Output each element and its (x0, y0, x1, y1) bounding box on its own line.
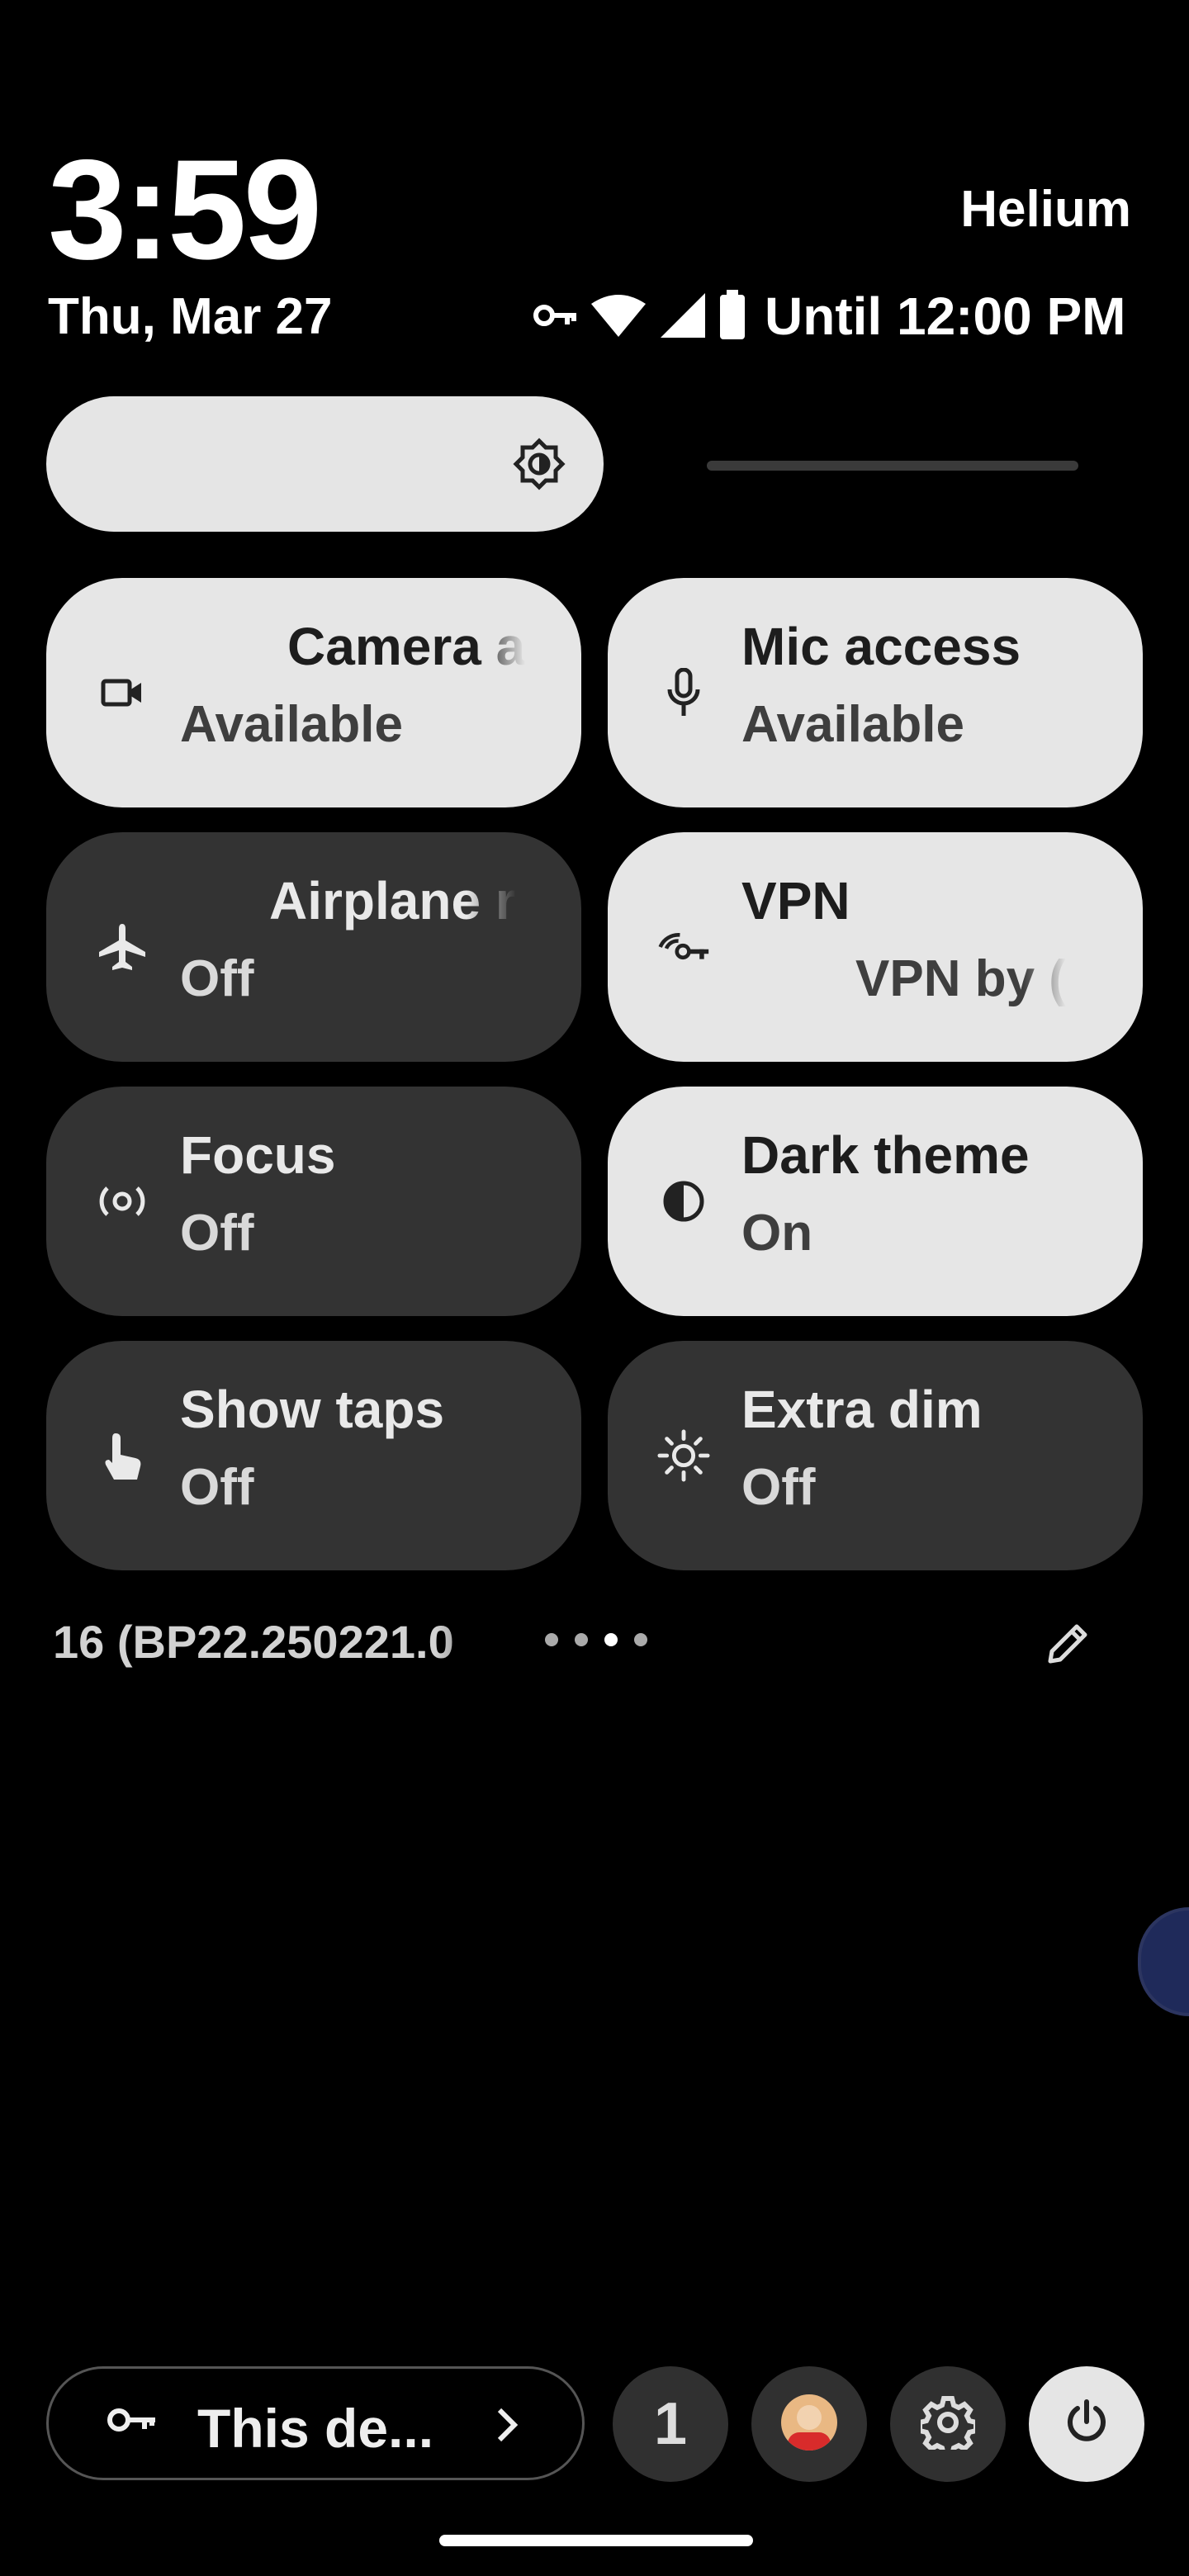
chevron-right-icon (491, 2405, 524, 2449)
tile-airplane[interactable]: Airplane r Off (46, 832, 581, 1062)
tile-state: Off (741, 1459, 816, 1516)
settings-button[interactable] (890, 2366, 1006, 2482)
tile-state: Off (180, 1459, 254, 1516)
status-icons (533, 286, 746, 345)
tile-label: Mic access (741, 617, 1021, 676)
tile-state: Off (180, 1205, 254, 1262)
extra-dim-icon (657, 1429, 710, 1482)
page-dot (575, 1633, 588, 1646)
tile-state: VPN by ( (855, 950, 1066, 1007)
brightness-slider[interactable] (46, 396, 1078, 532)
vpn-key-icon (107, 2405, 158, 2439)
tile-state: Available (741, 696, 964, 753)
navigation-handle[interactable] (439, 2535, 753, 2546)
tile-touch[interactable]: Show taps Off (46, 1341, 581, 1570)
touch-icon (96, 1429, 149, 1482)
tile-label: VPN (741, 871, 850, 930)
tile-dark-theme[interactable]: Dark theme On (608, 1087, 1143, 1316)
tile-label: Dark theme (741, 1125, 1030, 1185)
battery-status-text: Until 12:00 PM (765, 286, 1126, 346)
power-icon (1063, 2398, 1111, 2451)
tile-mic[interactable]: Mic access Available (608, 578, 1143, 807)
build-number[interactable]: 16 (BP22.250221.0 (53, 1615, 532, 1669)
tile-vpn-key[interactable]: VPN VPN by ( (608, 832, 1143, 1062)
clock[interactable]: 3:59 (48, 139, 322, 281)
page-dot-active (604, 1633, 618, 1646)
tile-state: On (741, 1205, 813, 1262)
user-switcher-button[interactable] (751, 2366, 867, 2482)
battery-icon (718, 290, 746, 341)
tile-label: Show taps (180, 1380, 445, 1439)
date[interactable]: Thu, Mar 27 (48, 287, 333, 346)
mic-icon (657, 666, 710, 719)
brightness-fill[interactable] (46, 396, 604, 532)
tile-extra-dim[interactable]: Extra dim Off (608, 1341, 1143, 1570)
tile-camera[interactable]: Camera a Available (46, 578, 581, 807)
tile-label: Camera a (287, 617, 526, 676)
floating-assistant-button[interactable] (1138, 1907, 1189, 2016)
disclosure-label: This de... (197, 2398, 434, 2459)
notification-count: 1 (653, 2391, 688, 2457)
cell-signal-icon (659, 291, 707, 339)
page-dot (545, 1633, 558, 1646)
tile-label: Extra dim (741, 1380, 983, 1439)
vpn-key-icon (533, 303, 578, 328)
carrier-name: Helium (960, 181, 1131, 238)
notification-count-button[interactable]: 1 (613, 2366, 728, 2482)
tile-state: Off (180, 950, 254, 1007)
focus-icon (96, 1175, 149, 1228)
dark-theme-icon (657, 1175, 710, 1228)
pencil-icon (1044, 1624, 1093, 1671)
brightness-icon (513, 438, 566, 495)
airplane-icon (96, 921, 149, 973)
camera-icon (96, 666, 149, 719)
vpn-key-icon (657, 921, 710, 973)
page-dot (634, 1633, 647, 1646)
avatar (779, 2393, 839, 2456)
brightness-track (707, 461, 1078, 471)
gear-icon (917, 2395, 978, 2457)
page-indicator (545, 1633, 647, 1646)
tile-state: Available (180, 696, 403, 753)
tile-focus[interactable]: Focus Off (46, 1087, 581, 1316)
wifi-icon (590, 292, 647, 339)
tile-label: Focus (180, 1125, 336, 1185)
tile-label: Airplane r (269, 871, 516, 930)
edit-button[interactable] (1044, 1618, 1093, 1672)
device-disclosure-button[interactable]: This de... (46, 2366, 585, 2480)
power-button[interactable] (1029, 2366, 1144, 2482)
